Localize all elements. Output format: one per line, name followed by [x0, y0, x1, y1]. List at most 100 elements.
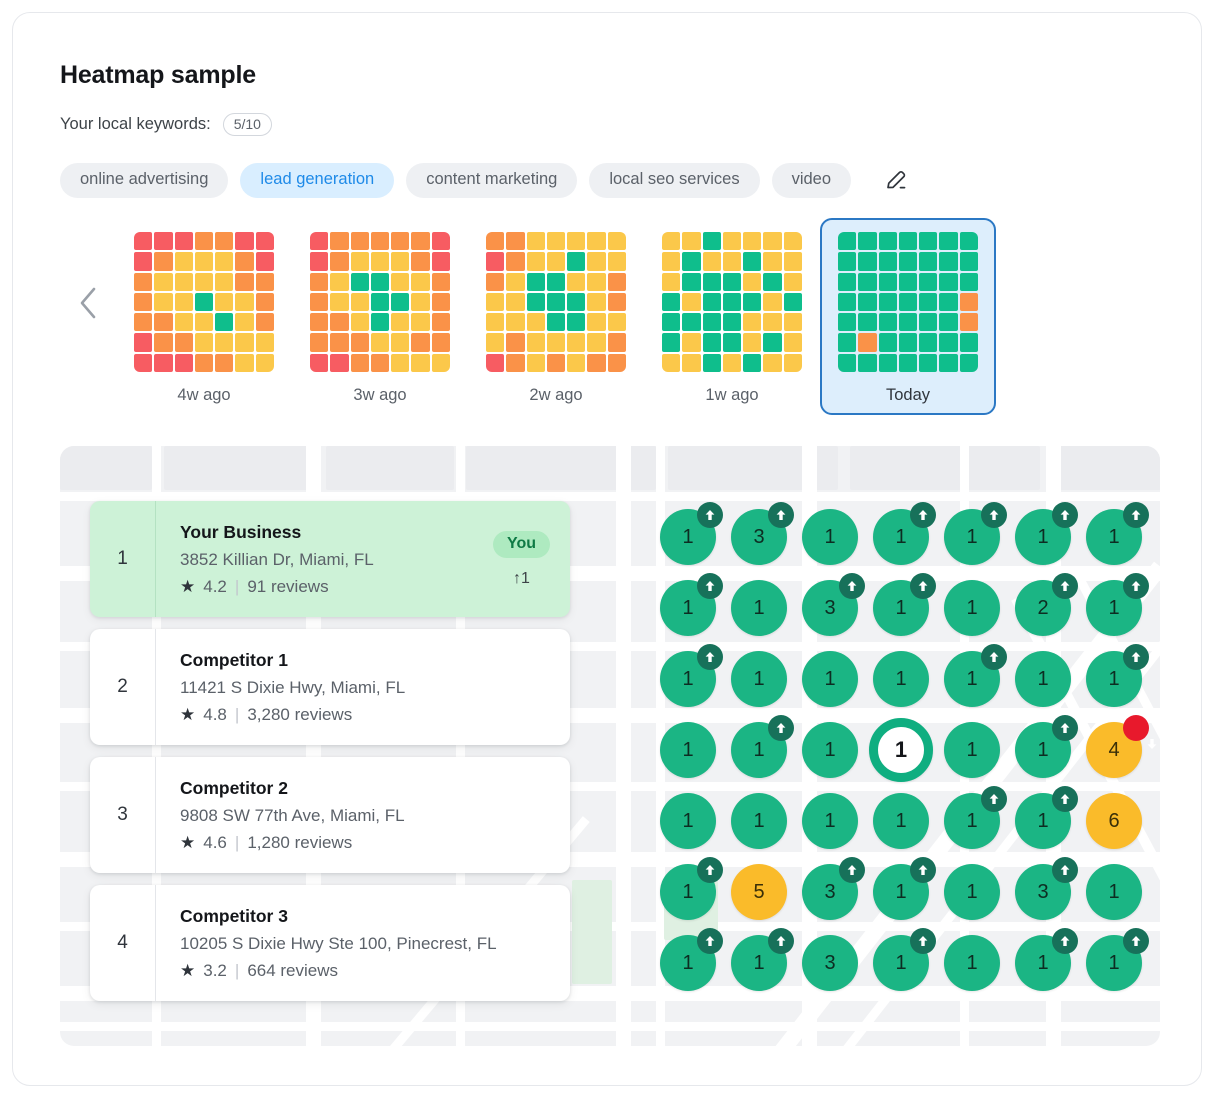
heatmap-cell: [411, 252, 430, 271]
heatmap-cell: [722, 252, 742, 271]
arrow-up-icon: [1123, 573, 1149, 599]
heatmap-cell: [763, 252, 782, 271]
rank-pin[interactable]: 1: [660, 793, 716, 849]
heatmap-cell: [546, 292, 566, 312]
your-business-pin[interactable]: 1: [869, 718, 933, 782]
heatmap-cell: [682, 252, 701, 271]
map-pin-wrapper: 6: [1086, 793, 1142, 849]
rank-pin[interactable]: 1: [873, 793, 929, 849]
heatmap-cell: [411, 232, 430, 251]
heatmap-cell: [431, 353, 450, 372]
rank-pin[interactable]: 1: [1086, 864, 1142, 920]
timeline-snapshot-0[interactable]: 4w ago: [116, 218, 292, 415]
map-park: [572, 880, 612, 984]
rank-pin[interactable]: 1: [944, 722, 1000, 778]
business-details: Competitor 2 9808 SW 77th Ave, Miami, FL ★…: [156, 757, 570, 873]
heatmap-cell: [898, 313, 918, 332]
heatmap-cell: [370, 252, 390, 271]
meta-separator: |: [234, 576, 240, 596]
business-card[interactable]: 4 Competitor 3 10205 S Dixie Hwy Ste 100, …: [90, 885, 570, 1001]
heatmap-cell: [959, 333, 978, 352]
heatmap-cell: [838, 313, 857, 332]
keyword-chip-3[interactable]: local seo services: [589, 163, 760, 198]
heatmap-cell: [391, 292, 410, 312]
keyword-chip-1[interactable]: lead generation: [240, 163, 395, 198]
heatmap-cell: [370, 232, 390, 251]
heatmap-cell: [350, 232, 369, 251]
heatmap-cell: [682, 313, 701, 332]
rank-pin[interactable]: 1: [802, 793, 858, 849]
heatmap-cell: [607, 333, 626, 352]
arrow-up-icon: [768, 502, 794, 528]
rank-pin[interactable]: 1: [944, 864, 1000, 920]
heatmap-cell: [526, 333, 545, 352]
heatmap-cell: [587, 252, 606, 271]
rank-pin[interactable]: 5: [731, 864, 787, 920]
heatmap-cell: [154, 232, 173, 251]
arrow-up-icon: [910, 857, 936, 883]
business-card[interactable]: 1 Your Business 3852 Killian Dr, Miami, FL…: [90, 501, 570, 617]
rank-pin[interactable]: 1: [731, 793, 787, 849]
chevron-left-icon[interactable]: [60, 218, 116, 388]
rank-pin[interactable]: 1: [802, 651, 858, 707]
arrow-up-icon: [697, 857, 723, 883]
map-pin-wrapper: 1: [1015, 651, 1071, 707]
heatmap-cell: [391, 232, 410, 251]
heatmap-cell: [174, 252, 193, 271]
rank-pin[interactable]: 6: [1086, 793, 1142, 849]
rank-pin[interactable]: 1: [944, 580, 1000, 636]
keyword-chip-4[interactable]: video: [771, 163, 852, 198]
heatmap-cell: [310, 232, 329, 251]
timeline-snapshot-1[interactable]: 3w ago: [292, 218, 468, 415]
heatmap-cell: [858, 292, 877, 312]
map-pin-wrapper: 1: [660, 928, 723, 991]
local-rank-map[interactable]: 1 Your Business 3852 Killian Dr, Miami, FL…: [60, 446, 1160, 1046]
heatmap-cell: [330, 313, 349, 332]
arrow-up-icon: [1052, 928, 1078, 954]
keyword-chip-0[interactable]: online advertising: [60, 163, 229, 198]
timeline-snapshot-2[interactable]: 2w ago: [468, 218, 644, 415]
heatmap-cell: [370, 333, 390, 352]
heatmap-cell: [898, 333, 918, 352]
heatmap-cell: [431, 252, 450, 271]
map-pin-wrapper: 1: [660, 722, 716, 778]
rank-pin[interactable]: 1: [802, 722, 858, 778]
heatmap-cell: [567, 313, 586, 332]
status-badge: You: [492, 530, 550, 558]
heatmap-cell: [878, 313, 897, 332]
heatmap-cell: [154, 333, 173, 352]
meta-separator: |: [234, 832, 240, 852]
heatmap-cell: [215, 333, 234, 352]
heatmap-cell: [215, 313, 234, 332]
heatmap-cell: [255, 252, 274, 271]
heatmap-cell: [919, 313, 938, 332]
rank-pin[interactable]: 1: [731, 651, 787, 707]
heatmap-cell: [411, 313, 430, 332]
heatmap-cell: [330, 232, 349, 251]
heatmap-cell: [858, 252, 877, 271]
timeline-snapshot-3[interactable]: 1w ago: [644, 218, 820, 415]
rank-pin[interactable]: 1: [873, 651, 929, 707]
business-card[interactable]: 3 Competitor 2 9808 SW 77th Ave, Miami, FL…: [90, 757, 570, 873]
business-card[interactable]: 2 Competitor 1 11421 S Dixie Hwy, Miami, F…: [90, 629, 570, 745]
heatmap-cell: [763, 272, 782, 291]
map-pin-wrapper: 1: [869, 718, 933, 782]
rank-pin[interactable]: 1: [731, 580, 787, 636]
pencil-icon[interactable]: [881, 165, 911, 195]
business-name: Competitor 3: [180, 905, 288, 926]
rank-pin[interactable]: 1: [660, 722, 716, 778]
heatmap-cell: [722, 313, 742, 332]
timeline-snapshot-4[interactable]: Today: [820, 218, 996, 415]
rank-pin[interactable]: 3: [802, 935, 858, 991]
map-pin-wrapper: 1: [731, 928, 794, 991]
keyword-chip-2[interactable]: content marketing: [406, 163, 578, 198]
heatmap-cell: [702, 313, 721, 332]
rank-pin[interactable]: 1: [944, 935, 1000, 991]
heatmap-cell: [919, 232, 938, 251]
heatmap-cell: [838, 353, 857, 372]
heatmap-cell: [174, 333, 193, 352]
map-pin-wrapper: 1: [802, 651, 858, 707]
rank-pin[interactable]: 1: [1015, 651, 1071, 707]
map-block: [164, 446, 314, 490]
rank-pin[interactable]: 1: [802, 509, 858, 565]
